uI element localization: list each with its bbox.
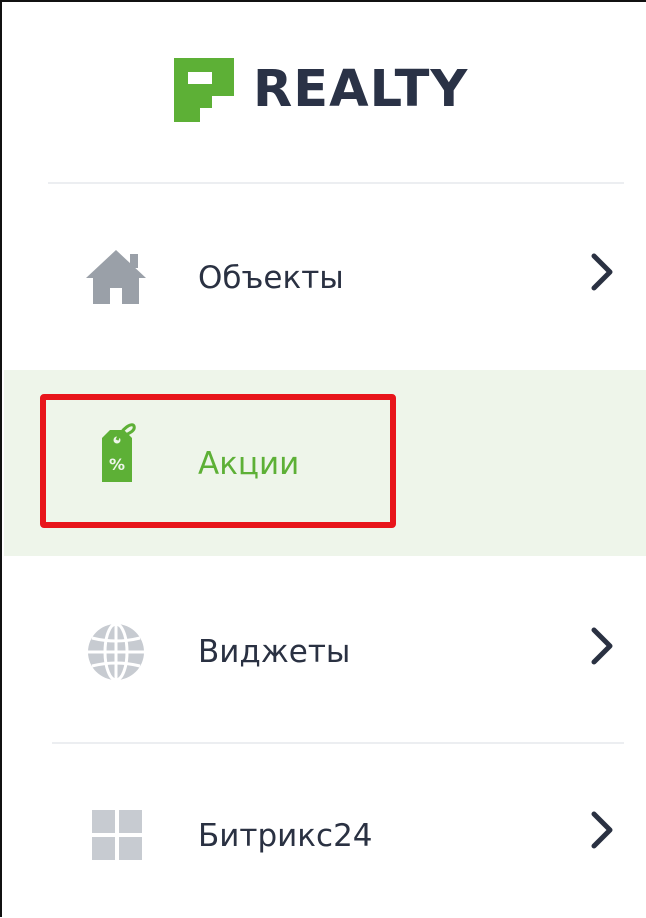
- realty-logo-icon: [174, 58, 234, 122]
- sidebar-item-promotions[interactable]: % Акции: [4, 370, 646, 556]
- divider: [52, 742, 624, 744]
- chevron-right-icon: [591, 253, 613, 291]
- chevron-right-icon: [591, 811, 613, 849]
- sidebar-panel: REALTY Объекты % Акции Виджеты Битрикс24: [0, 0, 646, 917]
- brand-logo[interactable]: REALTY: [174, 58, 468, 122]
- chevron-right-icon: [591, 627, 613, 665]
- divider: [48, 182, 624, 184]
- sidebar-item-label: Акции: [198, 446, 300, 482]
- sidebar-item-label: Виджеты: [198, 634, 351, 670]
- price-tag-percent-icon: %: [102, 423, 136, 482]
- globe-icon: [88, 622, 144, 682]
- brand-name: REALTY: [253, 60, 469, 119]
- svg-text:%: %: [109, 455, 125, 474]
- sidebar-item-objects[interactable]: Объекты: [4, 190, 646, 362]
- grid-icon: [92, 810, 142, 860]
- sidebar-item-widgets[interactable]: Виджеты: [4, 556, 646, 742]
- sidebar-item-bitrix24[interactable]: Битрикс24: [4, 746, 646, 918]
- home-icon: [86, 250, 146, 304]
- sidebar-item-label: Битрикс24: [198, 818, 373, 854]
- sidebar-item-label: Объекты: [198, 260, 344, 296]
